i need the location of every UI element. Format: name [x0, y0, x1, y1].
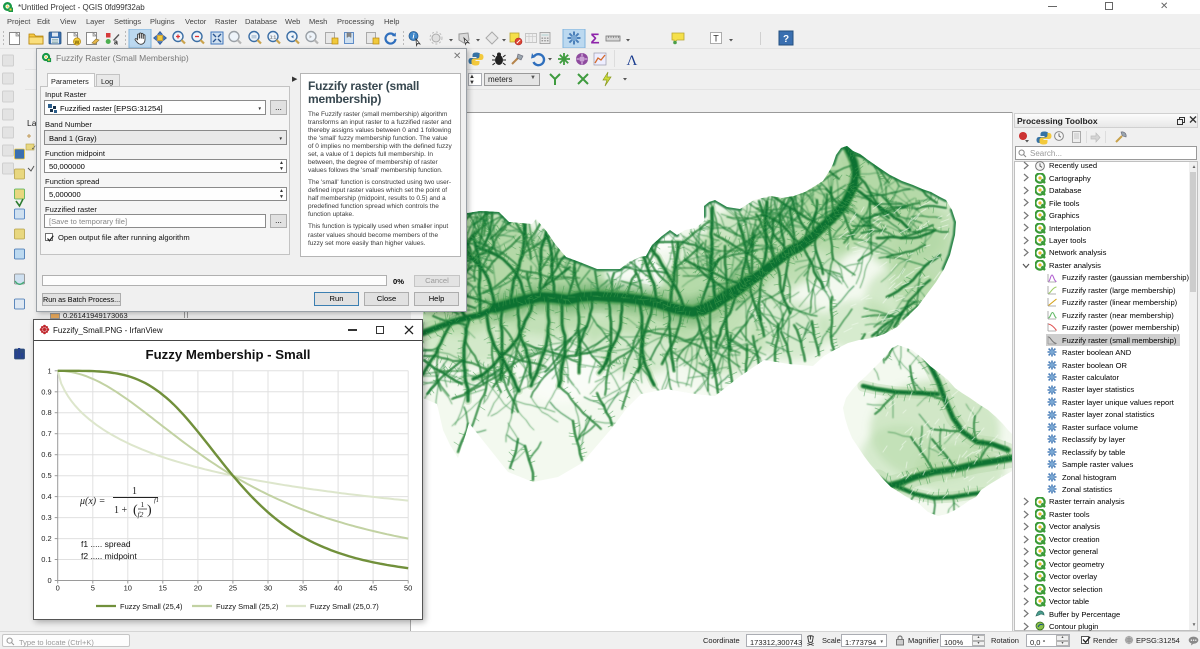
- svg-text:μ(x) =: μ(x) =: [79, 496, 105, 507]
- svg-text:0.1: 0.1: [41, 555, 51, 564]
- svg-text:Fuzzy Membership - Small: Fuzzy Membership - Small: [146, 347, 311, 362]
- svg-text:50: 50: [404, 584, 412, 593]
- svg-text:Fuzzy Small (25,4): Fuzzy Small (25,4): [120, 602, 183, 611]
- svg-text:0.5: 0.5: [41, 471, 51, 480]
- svg-text:): ): [147, 503, 152, 518]
- svg-text:w: w: [74, 40, 80, 46]
- svg-text:Λ: Λ: [627, 53, 638, 69]
- svg-text:f2: f2: [138, 510, 144, 519]
- svg-text:1 +: 1 +: [114, 505, 128, 516]
- svg-text:?: ?: [783, 34, 789, 45]
- svg-text:5: 5: [91, 584, 95, 593]
- svg-text:Σ: Σ: [590, 31, 599, 48]
- svg-text:35: 35: [299, 584, 307, 593]
- svg-text:30: 30: [264, 584, 272, 593]
- svg-text:10: 10: [124, 584, 132, 593]
- svg-text:20: 20: [194, 584, 202, 593]
- svg-text:0.9: 0.9: [41, 387, 51, 396]
- svg-text:0.6: 0.6: [41, 450, 51, 459]
- svg-text:T: T: [713, 34, 719, 44]
- svg-text:0.7: 0.7: [41, 429, 51, 438]
- svg-text:1:1: 1:1: [270, 35, 277, 40]
- svg-text:0: 0: [56, 584, 60, 593]
- svg-text:0.2: 0.2: [41, 534, 51, 543]
- svg-text:0: 0: [48, 576, 52, 585]
- svg-text:25: 25: [229, 584, 237, 593]
- svg-text:1: 1: [141, 500, 145, 509]
- svg-text:1: 1: [48, 366, 52, 375]
- svg-text:f1: f1: [154, 497, 159, 504]
- svg-text:1: 1: [132, 486, 137, 497]
- svg-text:f1 ..... spread: f1 ..... spread: [81, 539, 131, 549]
- svg-text:0.4: 0.4: [41, 492, 51, 501]
- svg-text:15: 15: [159, 584, 167, 593]
- svg-text:Fuzzy Small (25,2): Fuzzy Small (25,2): [216, 602, 279, 611]
- svg-text:0.8: 0.8: [41, 408, 51, 417]
- svg-text:f2 ..... midpoint: f2 ..... midpoint: [81, 551, 137, 561]
- svg-text:45: 45: [369, 584, 377, 593]
- svg-text:0.3: 0.3: [41, 513, 51, 522]
- svg-text:40: 40: [334, 584, 342, 593]
- svg-text:Fuzzy Small (25,0.7): Fuzzy Small (25,0.7): [310, 602, 379, 611]
- svg-text:a: a: [114, 40, 118, 47]
